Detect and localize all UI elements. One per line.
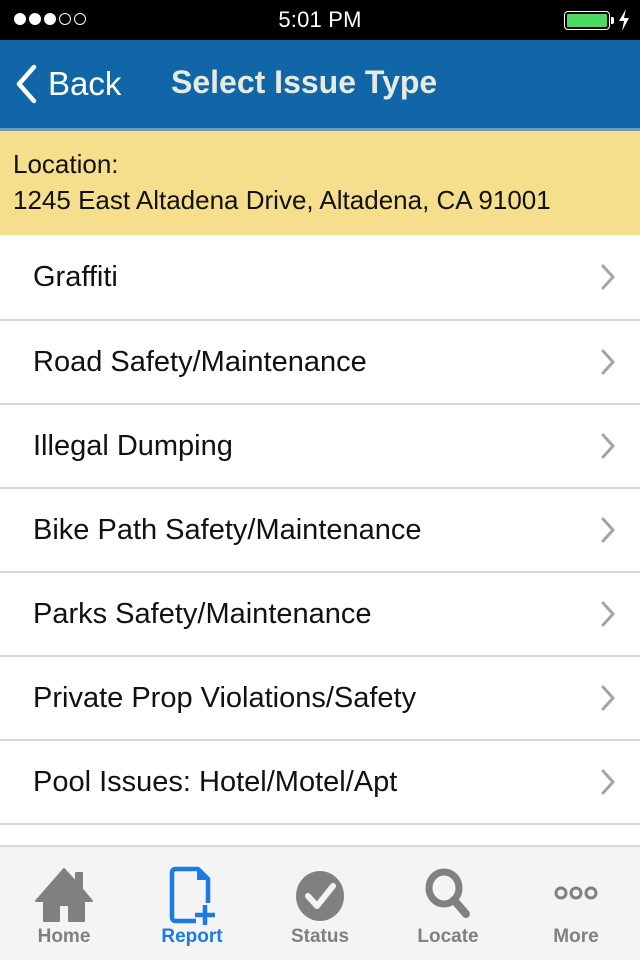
- tab-locate[interactable]: Locate: [384, 847, 512, 960]
- tab-report[interactable]: Report: [128, 847, 256, 960]
- issue-type-label: Bike Path Safety/Maintenance: [33, 513, 422, 546]
- tab-label: More: [553, 926, 599, 947]
- issue-type-graffiti[interactable]: Graffiti: [0, 235, 640, 321]
- status-bar: 5:01 PM: [0, 0, 640, 40]
- page-title: Select Issue Type: [171, 64, 438, 100]
- issue-type-label: Illegal Dumping: [33, 429, 233, 462]
- more-dots-icon: [554, 886, 598, 900]
- chevron-left-icon: [16, 64, 37, 104]
- tab-label: Report: [161, 926, 223, 947]
- chevron-right-icon: [601, 601, 615, 627]
- issue-type-parks[interactable]: Parks Safety/Maintenance: [0, 573, 640, 657]
- status-time: 5:01 PM: [278, 7, 362, 32]
- chevron-right-icon: [601, 685, 615, 711]
- tab-bar: Home Report Status Locate More: [0, 845, 640, 960]
- chevron-right-icon: [601, 517, 615, 543]
- search-icon: [425, 868, 470, 918]
- navigation-bar: Back Select Issue Type: [0, 40, 640, 128]
- tab-label: Locate: [417, 926, 479, 947]
- checkmark-circle-icon: [296, 871, 344, 921]
- location-banner: Location: 1245 East Altadena Drive, Alta…: [0, 131, 640, 235]
- charging-bolt-icon: [619, 9, 629, 31]
- location-address: 1245 East Altadena Drive, Altadena, CA 9…: [13, 185, 551, 215]
- issue-type-label: Parks Safety/Maintenance: [33, 597, 372, 630]
- chevron-right-icon: [601, 264, 615, 290]
- back-label: Back: [48, 65, 122, 102]
- issue-type-partial-row[interactable]: [0, 825, 640, 845]
- tab-home[interactable]: Home: [0, 847, 128, 960]
- issue-type-label: Pool Issues: Hotel/Motel/Apt: [33, 765, 398, 798]
- issue-type-road-safety[interactable]: Road Safety/Maintenance: [0, 321, 640, 405]
- issue-type-label: Graffiti: [33, 260, 118, 293]
- home-icon: [35, 868, 93, 922]
- chevron-right-icon: [601, 433, 615, 459]
- chevron-right-icon: [601, 769, 615, 795]
- issue-type-private-prop[interactable]: Private Prop Violations/Safety: [0, 657, 640, 741]
- issue-type-label: Road Safety/Maintenance: [33, 345, 367, 378]
- issue-type-label: Private Prop Violations/Safety: [33, 681, 417, 714]
- issue-type-illegal-dumping[interactable]: Illegal Dumping: [0, 405, 640, 489]
- issue-type-pool-issues[interactable]: Pool Issues: Hotel/Motel/Apt: [0, 741, 640, 825]
- issue-type-list: Graffiti Road Safety/Maintenance Illegal…: [0, 235, 640, 845]
- tab-label: Home: [37, 926, 91, 947]
- issue-type-bike-path[interactable]: Bike Path Safety/Maintenance: [0, 489, 640, 573]
- tab-label: Status: [290, 926, 350, 947]
- tab-more[interactable]: More: [512, 847, 640, 960]
- chevron-right-icon: [601, 349, 615, 375]
- back-button[interactable]: Back: [14, 60, 121, 108]
- location-label: Location:: [13, 149, 119, 179]
- report-add-icon: [169, 866, 215, 925]
- tab-status[interactable]: Status: [256, 847, 384, 960]
- battery-icon: [564, 11, 610, 30]
